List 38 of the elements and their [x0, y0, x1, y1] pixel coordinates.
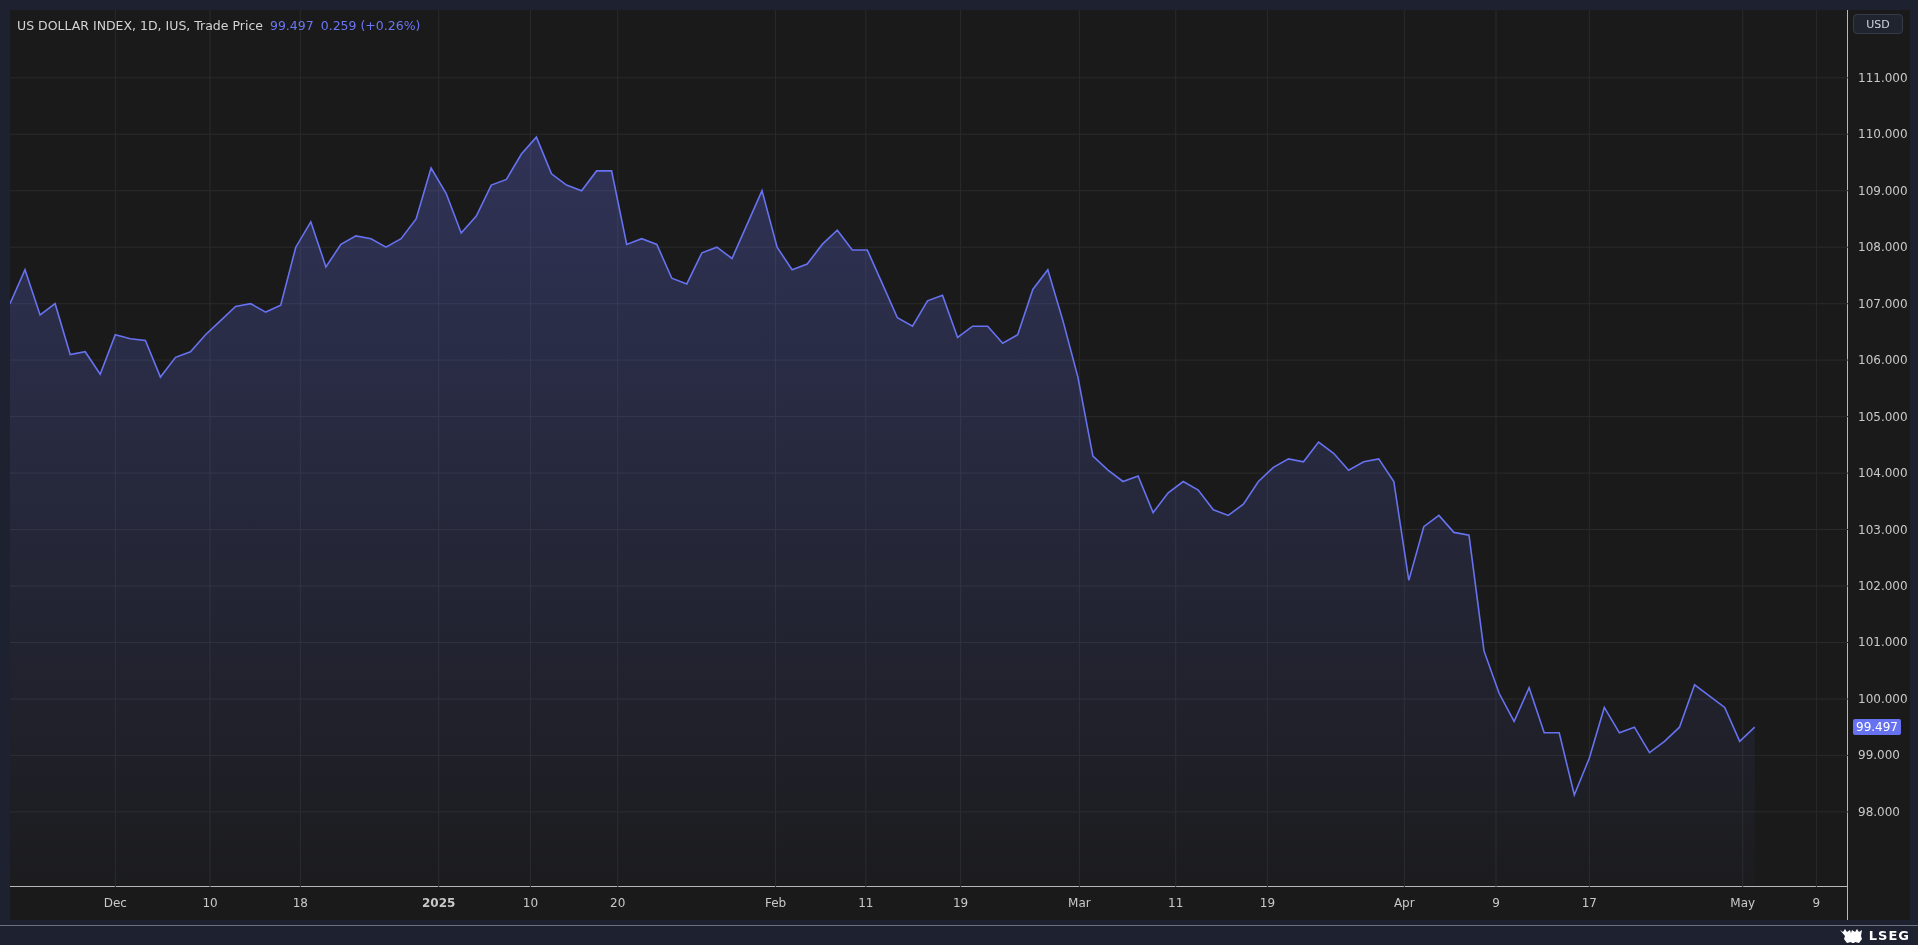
- y-axis-label: 99.000: [1858, 748, 1900, 763]
- x-axis-label: May: [1730, 896, 1756, 910]
- x-axis-label: 17: [1581, 896, 1597, 910]
- x-axis-label: 19: [1259, 896, 1276, 910]
- price-change: 0.259 (+0.26%): [320, 18, 421, 33]
- x-axis-label: 9: [1492, 896, 1500, 910]
- y-axis-label: 107.000: [1858, 296, 1908, 311]
- x-axis-label: 18: [292, 896, 308, 910]
- x-axis-label: 20: [610, 896, 626, 910]
- x-axis-label: 10: [202, 896, 218, 910]
- x-axis-label: 2025: [421, 896, 456, 910]
- y-axis-label: 98.000: [1858, 804, 1900, 819]
- y-axis-label: 100.000: [1858, 691, 1908, 706]
- y-axis-label: 109.000: [1858, 183, 1908, 198]
- x-axis-label: Feb: [764, 896, 787, 910]
- x-axis-label: 11: [858, 896, 874, 910]
- y-axis-label: 105.000: [1858, 409, 1908, 424]
- x-axis-label: 9: [1812, 896, 1821, 910]
- x-axis-label: 10: [522, 896, 539, 910]
- y-axis-label: 106.000: [1858, 353, 1908, 368]
- crest-icon: [1838, 928, 1863, 943]
- y-axis-label: 103.000: [1858, 522, 1908, 537]
- y-axis-label: 102.000: [1858, 579, 1908, 593]
- x-axis-label: Dec: [103, 896, 127, 910]
- y-axis-label: 101.000: [1858, 635, 1908, 650]
- last-price: 99.497: [269, 18, 314, 33]
- x-axis-label: 19: [952, 896, 969, 910]
- x-axis-label: Mar: [1068, 896, 1091, 910]
- x-axis-label: 11: [1168, 896, 1184, 910]
- currency-button[interactable]: USD: [1853, 14, 1903, 34]
- y-axis-label: 108.000: [1858, 240, 1908, 255]
- chart-title: US DOLLAR INDEX, 1D, IUS, Trade Price: [17, 18, 263, 33]
- y-axis-label: 104.000: [1858, 466, 1908, 481]
- y-axis-label: 110.000: [1858, 127, 1908, 142]
- price-label: 99.497: [1853, 719, 1901, 736]
- brand-logo: LSEG: [1868, 928, 1910, 943]
- x-axis-label: Apr: [1393, 896, 1415, 910]
- y-axis-label: 111.000: [1858, 70, 1908, 85]
